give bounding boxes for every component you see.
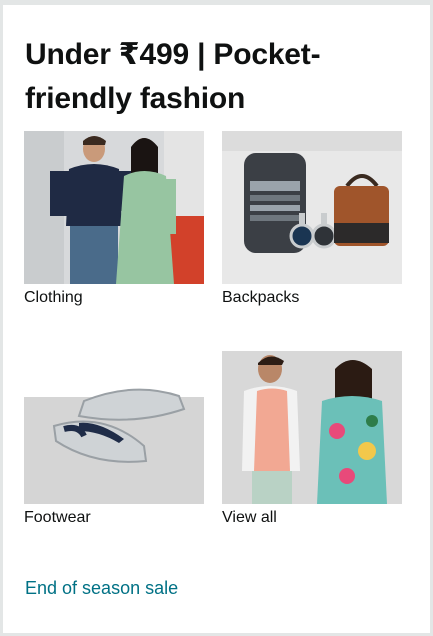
view-all-image[interactable] xyxy=(222,351,402,504)
backpacks-image[interactable] xyxy=(222,131,402,284)
clothing-image[interactable] xyxy=(24,131,204,284)
tile-label-footwear[interactable]: Footwear xyxy=(24,508,204,528)
tile-footwear[interactable]: Footwear xyxy=(24,351,204,528)
footwear-image[interactable] xyxy=(24,351,204,504)
deal-card: Under ₹499 | Pocket-friendly fashion Clo… xyxy=(3,5,430,633)
tile-clothing[interactable]: Clothing xyxy=(24,131,204,308)
tile-backpacks[interactable]: Backpacks xyxy=(222,131,402,308)
tile-label-view-all[interactable]: View all xyxy=(222,508,402,528)
card-title: Under ₹499 | Pocket-friendly fashion xyxy=(25,38,321,115)
tile-label-backpacks[interactable]: Backpacks xyxy=(222,288,402,308)
end-of-season-sale-link[interactable]: End of season sale xyxy=(25,578,178,599)
tile-view-all[interactable]: View all xyxy=(222,351,402,528)
tile-label-clothing[interactable]: Clothing xyxy=(24,288,204,308)
